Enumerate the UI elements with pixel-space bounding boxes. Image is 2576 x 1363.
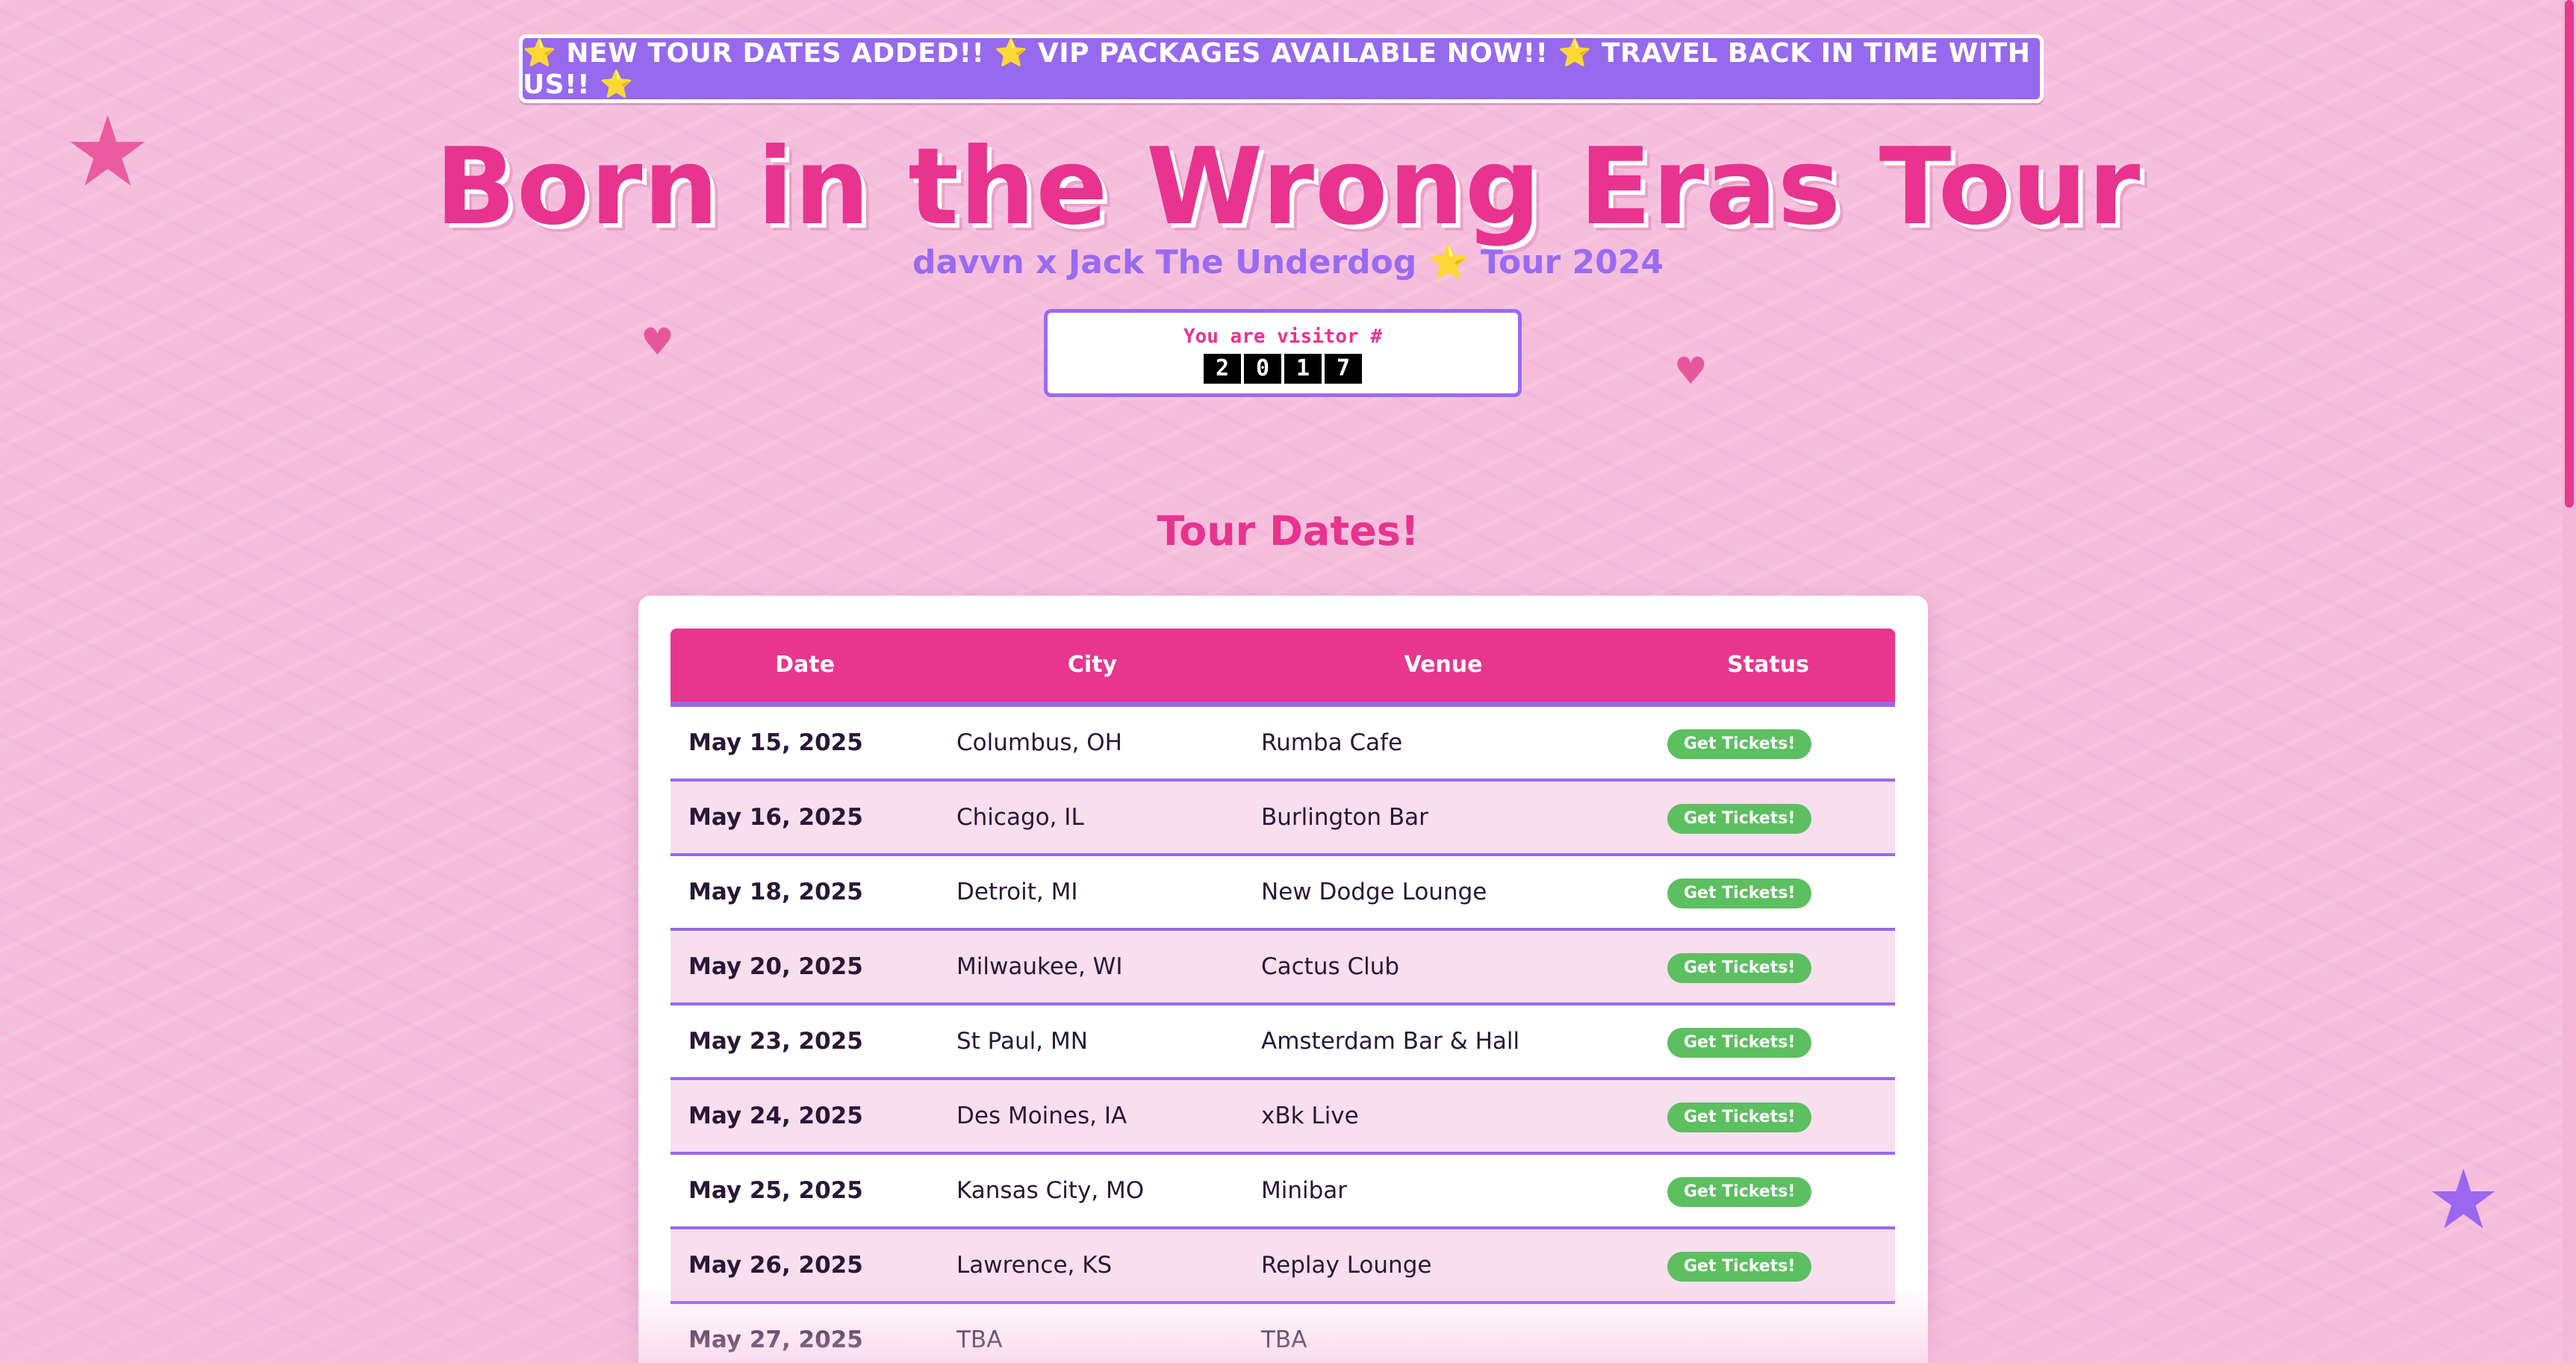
visitor-digit: 7 xyxy=(1325,354,1362,384)
announcement-text: ⭐ NEW TOUR DATES ADDED!! ⭐ VIP PACKAGES … xyxy=(523,38,2031,100)
tour-venue: Amsterdam Bar & Hall xyxy=(1261,1028,1520,1055)
tour-city: St Paul, MN xyxy=(956,1028,1088,1055)
table-row: May 15, 2025 Columbus, OH Rumba Cafe Get… xyxy=(671,707,1895,782)
tour-venue: Burlington Bar xyxy=(1261,804,1428,831)
visitor-digit: 0 xyxy=(1244,354,1281,384)
tour-city: Lawrence, KS xyxy=(956,1252,1113,1279)
tour-city: Columbus, OH xyxy=(956,729,1122,756)
visitor-counter: You are visitor # 2 0 1 7 xyxy=(1044,309,1522,397)
purple-star-icon: ★ xyxy=(2427,1152,2501,1247)
get-tickets-button[interactable]: Get Tickets! xyxy=(1667,1028,1812,1058)
table-row: May 16, 2025 Chicago, IL Burlington Bar … xyxy=(671,782,1895,856)
heart-icon: ♥ xyxy=(641,320,674,364)
tour-venue: Rumba Cafe xyxy=(1261,729,1403,756)
tour-dates-heading: Tour Dates! xyxy=(1157,508,1419,555)
column-header-status: Status xyxy=(1727,652,1809,678)
table-row: May 25, 2025 Kansas City, MO Minibar Get… xyxy=(671,1155,1895,1229)
table-row: May 20, 2025 Milwaukee, WI Cactus Club G… xyxy=(671,931,1895,1005)
tour-date: May 25, 2025 xyxy=(688,1177,863,1204)
tour-venue: Minibar xyxy=(1261,1177,1348,1204)
tour-venue: Replay Lounge xyxy=(1261,1252,1432,1279)
visitor-counter-digits: 2 0 1 7 xyxy=(1048,354,1518,384)
tour-venue: TBA xyxy=(1261,1326,1307,1353)
get-tickets-button[interactable]: Get Tickets! xyxy=(1667,1177,1812,1207)
tour-date: May 20, 2025 xyxy=(688,953,863,980)
table-row: May 18, 2025 Detroit, MI New Dodge Loung… xyxy=(671,856,1895,931)
page-title: Born in the Wrong Eras Tour xyxy=(435,125,2141,249)
table-row: May 27, 2025 TBA TBA xyxy=(671,1304,1895,1363)
visitor-digit: 1 xyxy=(1284,354,1322,384)
tour-venue: xBk Live xyxy=(1261,1102,1359,1129)
tour-dates-table: Date City Venue Status May 15, 2025 Colu… xyxy=(671,629,1895,1363)
heart-icon: ♥ xyxy=(1674,349,1708,393)
tour-date: May 27, 2025 xyxy=(688,1326,863,1353)
get-tickets-button[interactable]: Get Tickets! xyxy=(1667,1102,1812,1132)
visitor-counter-label: You are visitor # xyxy=(1183,325,1383,348)
tour-date: May 26, 2025 xyxy=(688,1252,863,1279)
get-tickets-button[interactable]: Get Tickets! xyxy=(1667,953,1812,983)
table-header: Date City Venue Status xyxy=(671,629,1895,707)
tour-city: Des Moines, IA xyxy=(956,1102,1127,1129)
tour-date: May 18, 2025 xyxy=(688,879,863,905)
visitor-digit: 2 xyxy=(1204,354,1241,384)
column-header-city: City xyxy=(1067,652,1118,678)
tour-city: Chicago, IL xyxy=(956,804,1084,831)
column-header-date: Date xyxy=(775,652,835,678)
tour-city: Milwaukee, WI xyxy=(956,953,1123,980)
table-row: May 24, 2025 Des Moines, IA xBk Live Get… xyxy=(671,1080,1895,1155)
announcement-banner: ⭐ NEW TOUR DATES ADDED!! ⭐ VIP PACKAGES … xyxy=(519,34,2044,103)
tour-venue: New Dodge Lounge xyxy=(1261,879,1487,905)
tour-city: Detroit, MI xyxy=(956,879,1078,905)
tour-date: May 23, 2025 xyxy=(688,1028,863,1055)
get-tickets-button[interactable]: Get Tickets! xyxy=(1667,729,1812,759)
tour-venue: Cactus Club xyxy=(1261,953,1400,980)
tour-date: May 16, 2025 xyxy=(688,804,863,831)
tour-date: May 24, 2025 xyxy=(688,1102,863,1129)
get-tickets-button[interactable]: Get Tickets! xyxy=(1667,804,1812,834)
tour-date: May 15, 2025 xyxy=(688,729,863,756)
table-row: May 23, 2025 St Paul, MN Amsterdam Bar &… xyxy=(671,1005,1895,1080)
column-header-venue: Venue xyxy=(1404,652,1483,678)
tour-city: Kansas City, MO xyxy=(956,1177,1145,1204)
page-subtitle: davvn x Jack The Underdog ⭐ Tour 2024 xyxy=(912,243,1664,281)
get-tickets-button[interactable]: Get Tickets! xyxy=(1667,879,1812,908)
tour-city: TBA xyxy=(956,1326,1003,1353)
table-row: May 26, 2025 Lawrence, KS Replay Lounge … xyxy=(671,1229,1895,1304)
get-tickets-button[interactable]: Get Tickets! xyxy=(1667,1252,1812,1282)
